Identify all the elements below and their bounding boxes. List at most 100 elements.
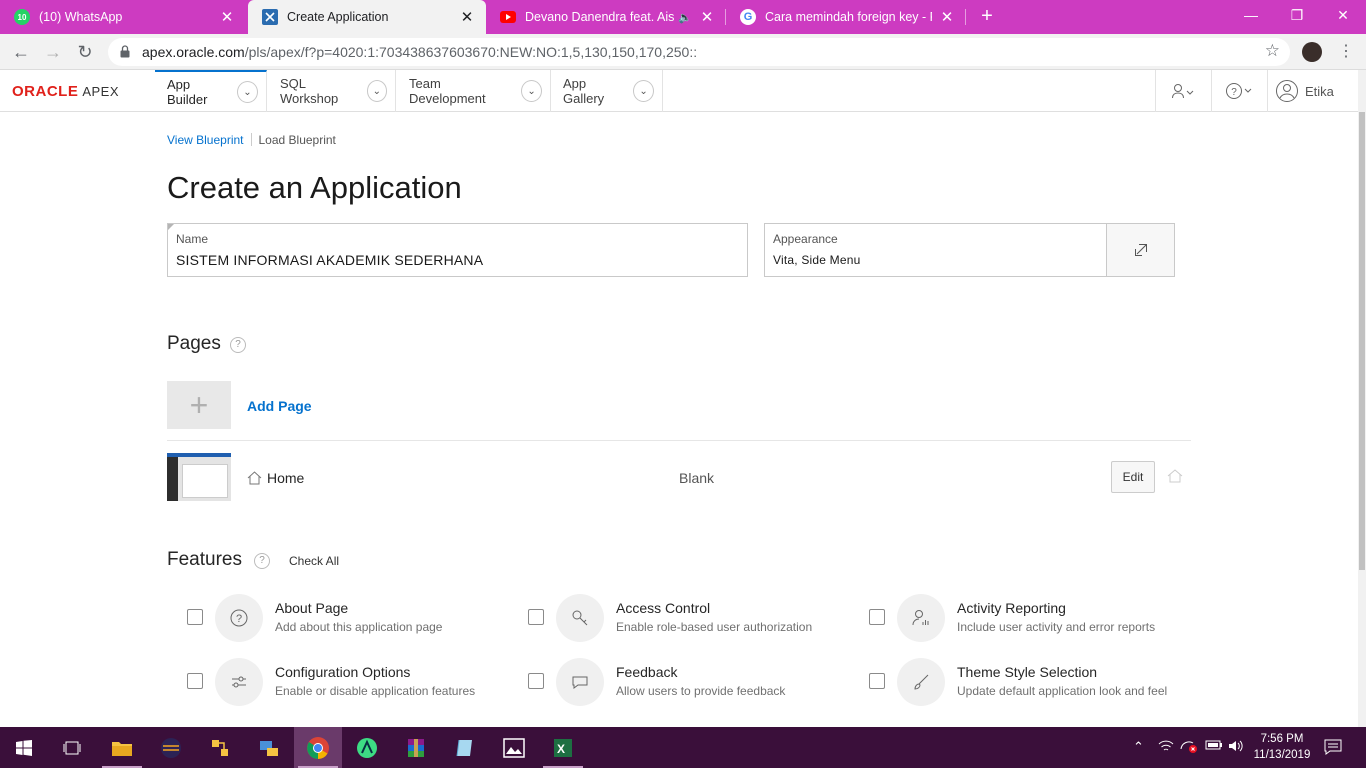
windows-taskbar: X ⌃ 7:56 PM 11/13/2019: [0, 727, 1366, 768]
edit-page-button[interactable]: Edit: [1111, 461, 1155, 493]
whatsapp-icon: 10: [14, 9, 30, 25]
appearance-field: Appearance Vita, Side Menu: [764, 223, 1175, 277]
feature-configuration-options: Configuration Options Enable or disable …: [187, 658, 517, 712]
load-blueprint-link[interactable]: Load Blueprint: [259, 133, 336, 147]
user-menu-button[interactable]: Etika: [1267, 70, 1358, 112]
help-menu-button[interactable]: ?: [1211, 70, 1267, 112]
chevron-down-icon[interactable]: ⌄: [236, 81, 258, 103]
feature-checkbox[interactable]: [187, 609, 203, 625]
nav-app-builder[interactable]: App Builder ⌄: [155, 70, 267, 112]
eclipse-icon[interactable]: [147, 727, 195, 768]
feature-checkbox[interactable]: [869, 673, 885, 689]
nav-team-development[interactable]: Team Development ⌄: [397, 70, 551, 112]
feature-theme-style-selection: Theme Style Selection Update default app…: [869, 658, 1199, 712]
wifi-icon[interactable]: [1158, 739, 1174, 756]
network-error-icon[interactable]: [1180, 739, 1198, 756]
appearance-button[interactable]: [1106, 224, 1174, 276]
tab-whatsapp[interactable]: 10 (10) WhatsApp ✕: [0, 0, 246, 34]
battery-icon[interactable]: [1205, 739, 1223, 754]
admin-menu-button[interactable]: [1155, 70, 1211, 112]
close-tab-icon[interactable]: ✕: [700, 8, 714, 26]
winrar-icon[interactable]: [392, 727, 440, 768]
key-icon: [556, 594, 604, 642]
add-page-link[interactable]: Add Page: [247, 398, 312, 414]
chevron-down-icon[interactable]: ⌄: [521, 80, 542, 102]
brush-icon: [897, 658, 945, 706]
chevron-down-icon[interactable]: ⌄: [633, 80, 654, 102]
url-text: apex.oracle.com/pls/apex/f?p=4020:1:7034…: [142, 44, 698, 60]
user-chart-icon: [897, 594, 945, 642]
page-name: Home: [267, 470, 305, 486]
sliders-icon: [215, 658, 263, 706]
features-help-icon[interactable]: ?: [254, 553, 270, 569]
close-tab-icon[interactable]: ✕: [220, 8, 234, 26]
feature-activity-reporting: Activity Reporting Include user activity…: [869, 594, 1199, 648]
close-tab-icon[interactable]: ✕: [460, 8, 474, 26]
close-tab-icon[interactable]: ✕: [940, 8, 954, 26]
svg-text:?: ?: [236, 613, 242, 625]
feature-checkbox[interactable]: [528, 673, 544, 689]
photos-icon[interactable]: [490, 727, 538, 768]
tab-title: Create Application: [287, 10, 389, 24]
network-utility-icon[interactable]: [245, 727, 293, 768]
browser-menu-icon[interactable]: ⋮: [1338, 43, 1354, 61]
reload-icon[interactable]: ↻: [74, 41, 96, 63]
notifications-icon[interactable]: [1324, 739, 1342, 758]
view-blueprint-link[interactable]: View Blueprint: [167, 133, 244, 147]
system-clock[interactable]: 7:56 PM 11/13/2019: [1244, 731, 1320, 763]
user-avatar-icon: [1276, 80, 1298, 102]
oracle-apex-logo[interactable]: ORACLE APEX: [12, 83, 119, 100]
name-label: Name: [176, 232, 209, 246]
new-tab-button[interactable]: +: [976, 5, 998, 27]
feature-checkbox[interactable]: [187, 673, 203, 689]
feature-checkbox[interactable]: [528, 609, 544, 625]
svg-text:?: ?: [1231, 87, 1237, 98]
bookmark-star-icon[interactable]: ☆: [1265, 41, 1280, 61]
nav-sql-workshop[interactable]: SQL Workshop ⌄: [268, 70, 396, 112]
youtube-icon: [500, 11, 516, 23]
minimize-button[interactable]: —: [1228, 0, 1274, 30]
breadcrumb: View Blueprint Load Blueprint: [167, 133, 336, 147]
browser-tab-strip: 10 (10) WhatsApp ✕ Create Application ✕ …: [0, 0, 1366, 34]
restore-button[interactable]: ❐: [1274, 0, 1320, 30]
network-app-icon[interactable]: [196, 727, 244, 768]
close-window-button[interactable]: ✕: [1320, 0, 1366, 30]
forward-icon[interactable]: →: [42, 41, 64, 63]
chevron-down-icon[interactable]: ⌄: [366, 80, 387, 102]
page-scrollbar[interactable]: [1358, 70, 1366, 727]
windows-start-icon[interactable]: [0, 727, 48, 768]
android-studio-icon[interactable]: [343, 727, 391, 768]
pages-help-icon[interactable]: ?: [230, 337, 246, 353]
set-home-icon[interactable]: [1167, 469, 1183, 486]
show-hidden-icons-icon[interactable]: ⌃: [1133, 739, 1144, 755]
name-input[interactable]: SISTEM INFORMASI AKADEMIK SEDERHANA: [176, 252, 483, 268]
tab-google[interactable]: G Cara memindah foreign key - Per ✕: [726, 0, 966, 34]
task-view-icon[interactable]: [48, 727, 96, 768]
feature-checkbox[interactable]: [869, 609, 885, 625]
user-name: Etika: [1305, 83, 1334, 99]
tab-title: (10) WhatsApp: [39, 10, 123, 24]
user-settings-icon: [1171, 84, 1193, 99]
tab-youtube[interactable]: Devano Danendra feat. Aisyah 🔈 ✕: [486, 0, 726, 34]
tab-title: Cara memindah foreign key - Per: [765, 10, 932, 24]
feature-feedback: Feedback Allow users to provide feedback: [528, 658, 858, 712]
speech-bubble-icon: [556, 658, 604, 706]
address-bar[interactable]: apex.oracle.com/pls/apex/f?p=4020:1:7034…: [108, 38, 1290, 66]
add-page-tile[interactable]: +: [167, 381, 231, 429]
back-icon[interactable]: ←: [10, 41, 32, 63]
profile-avatar[interactable]: [1302, 42, 1322, 62]
check-all-link[interactable]: Check All: [289, 554, 339, 568]
page-title: Create an Application: [167, 170, 462, 205]
name-field[interactable]: Name SISTEM INFORMASI AKADEMIK SEDERHANA: [167, 223, 748, 277]
excel-icon[interactable]: X: [539, 727, 587, 768]
chrome-icon[interactable]: [294, 727, 342, 768]
audio-playing-icon[interactable]: 🔈: [678, 11, 692, 24]
appearance-value: Vita, Side Menu: [773, 253, 861, 267]
features-heading: Features: [167, 549, 242, 570]
tab-create-application[interactable]: Create Application ✕: [248, 0, 486, 34]
open-dialog-icon: [1134, 244, 1147, 256]
notes-app-icon[interactable]: [441, 727, 489, 768]
nav-app-gallery[interactable]: App Gallery ⌄: [551, 70, 663, 112]
volume-icon[interactable]: [1228, 739, 1244, 756]
file-explorer-icon[interactable]: [98, 727, 146, 768]
